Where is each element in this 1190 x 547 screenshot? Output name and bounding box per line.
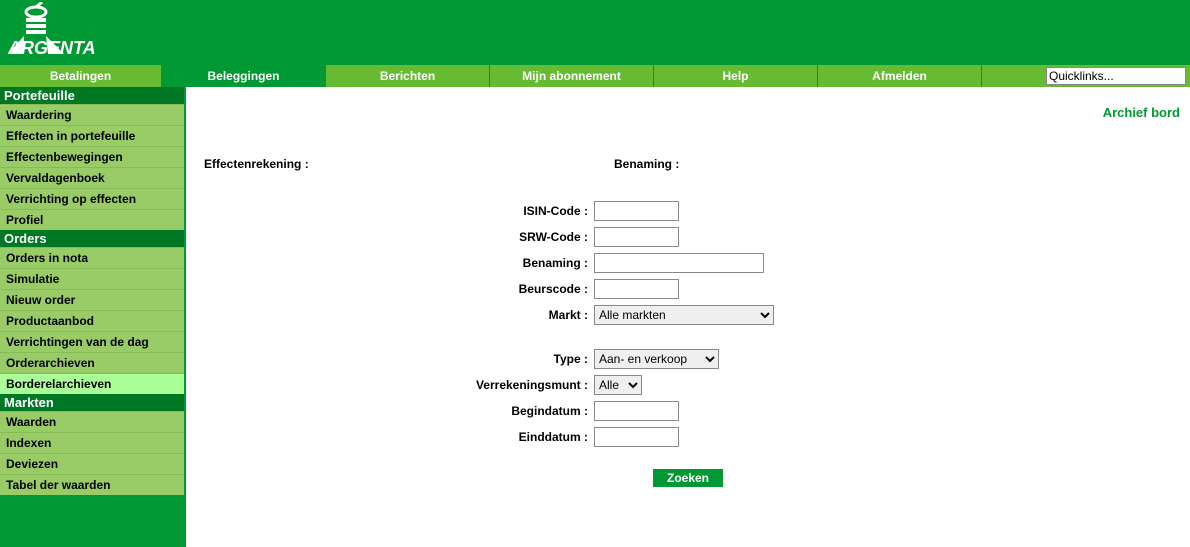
top-nav: BetalingenBeleggingenBerichtenMijn abonn… xyxy=(0,65,1190,87)
isin-input[interactable] xyxy=(594,201,679,221)
markt-label: Markt : xyxy=(194,308,594,322)
header-bar: ARGENTA xyxy=(0,0,1190,65)
srw-input[interactable] xyxy=(594,227,679,247)
sidebar: PortefeuilleWaarderingEffecten in portef… xyxy=(0,87,186,547)
einddatum-input[interactable] xyxy=(594,427,679,447)
sidebar-item-waardering[interactable]: Waardering xyxy=(0,104,184,125)
verrekeningsmunt-select[interactable]: Alle xyxy=(594,375,642,395)
begindatum-input[interactable] xyxy=(594,401,679,421)
benaming-input[interactable] xyxy=(594,253,764,273)
sidebar-item-orders-in-nota[interactable]: Orders in nota xyxy=(0,247,184,268)
effectenrekening-label: Effectenrekening : xyxy=(204,157,309,171)
sidebar-item-simulatie[interactable]: Simulatie xyxy=(0,268,184,289)
sidebar-header-orders: Orders xyxy=(0,230,184,247)
sidebar-item-effecten-in-portefeuille[interactable]: Effecten in portefeuille xyxy=(0,125,184,146)
argenta-logo: ARGENTA xyxy=(6,2,126,63)
nav-item-mijn-abonnement[interactable]: Mijn abonnement xyxy=(490,65,654,87)
einddatum-label: Einddatum : xyxy=(194,430,594,444)
sidebar-item-deviezen[interactable]: Deviezen xyxy=(0,453,184,474)
main-content: Archief bord Effectenrekening : Benaming… xyxy=(186,87,1190,547)
sidebar-item-tabel-der-waarden[interactable]: Tabel der waarden xyxy=(0,474,184,495)
beurscode-input[interactable] xyxy=(594,279,679,299)
sidebar-item-profiel[interactable]: Profiel xyxy=(0,209,184,230)
beurscode-label: Beurscode : xyxy=(194,282,594,296)
zoeken-button[interactable]: Zoeken xyxy=(653,469,723,487)
nav-item-afmelden[interactable]: Afmelden xyxy=(818,65,982,87)
page-title: Archief bord xyxy=(1103,105,1180,120)
sidebar-item-orderarchieven[interactable]: Orderarchieven xyxy=(0,352,184,373)
nav-item-berichten[interactable]: Berichten xyxy=(326,65,490,87)
account-info-row: Effectenrekening : Benaming : xyxy=(194,157,1182,171)
sidebar-item-nieuw-order[interactable]: Nieuw order xyxy=(0,289,184,310)
sidebar-item-verrichting-op-effecten[interactable]: Verrichting op effecten xyxy=(0,188,184,209)
nav-item-help[interactable]: Help xyxy=(654,65,818,87)
markt-select[interactable]: Alle markten xyxy=(594,305,774,325)
sidebar-item-borderelarchieven[interactable]: Borderelarchieven xyxy=(0,373,184,394)
srw-label: SRW-Code : xyxy=(194,230,594,244)
sidebar-item-verrichtingen-van-de-dag[interactable]: Verrichtingen van de dag xyxy=(0,331,184,352)
verrekeningsmunt-label: Verrekeningsmunt : xyxy=(194,378,594,392)
sidebar-item-vervaldagenboek[interactable]: Vervaldagenboek xyxy=(0,167,184,188)
quicklinks-input[interactable] xyxy=(1046,67,1186,85)
nav-item-betalingen[interactable]: Betalingen xyxy=(0,65,162,87)
isin-label: ISIN-Code : xyxy=(194,204,594,218)
sidebar-header-markten: Markten xyxy=(0,394,184,411)
sidebar-item-productaanbod[interactable]: Productaanbod xyxy=(0,310,184,331)
sidebar-item-effectenbewegingen[interactable]: Effectenbewegingen xyxy=(0,146,184,167)
sidebar-item-waarden[interactable]: Waarden xyxy=(0,411,184,432)
sidebar-header-portefeuille: Portefeuille xyxy=(0,87,184,104)
benaming-label: Benaming : xyxy=(194,256,594,270)
type-select[interactable]: Aan- en verkoop xyxy=(594,349,719,369)
type-label: Type : xyxy=(194,352,594,366)
begindatum-label: Begindatum : xyxy=(194,404,594,418)
benaming-top-label: Benaming : xyxy=(614,157,679,171)
nav-item-beleggingen[interactable]: Beleggingen xyxy=(162,65,326,87)
quicklinks-wrap xyxy=(1046,65,1190,87)
sidebar-item-indexen[interactable]: Indexen xyxy=(0,432,184,453)
svg-text:ARGENTA: ARGENTA xyxy=(7,38,96,58)
